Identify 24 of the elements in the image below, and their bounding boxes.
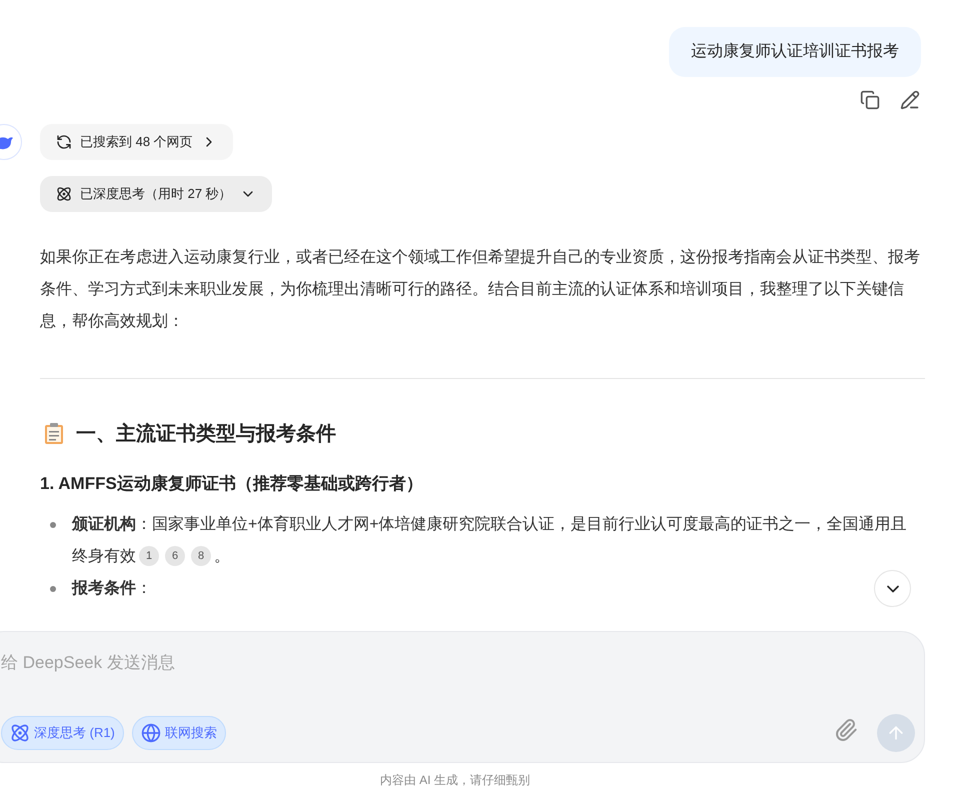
edit-icon[interactable] <box>900 90 920 110</box>
citation-badge[interactable]: 6 <box>165 546 185 566</box>
search-results-chip[interactable]: 已搜索到 48 个网页 <box>40 124 233 160</box>
copy-icon[interactable] <box>860 90 880 110</box>
atom-icon <box>10 723 30 743</box>
globe-icon <box>140 723 161 743</box>
bullet-text: 报考条件： <box>72 578 152 598</box>
bullet-text: 颁证机构：国家事业单位+体育职业人才网+体培健康研究院联合认证，是目前行业认可度最高的证书之一，全国通用且终身有效 1 6 8 。 <box>72 514 908 568</box>
clipboard-icon <box>44 423 64 445</box>
footer-disclaimer: 内容由 AI 生成，请仔细甄别 <box>378 772 531 789</box>
mode-toggle[interactable]: 联网搜索 <box>132 716 226 750</box>
paperclip-icon[interactable] <box>834 718 858 742</box>
mode-toggle[interactable]: 深度思考 (R1) <box>1 716 124 750</box>
citation-badge[interactable]: 1 <box>139 546 159 566</box>
search-refresh-icon <box>56 134 72 150</box>
citation-badge[interactable]: 8 <box>191 546 211 566</box>
message-input[interactable]: 给 DeepSeek 发送消息 <box>1 650 801 676</box>
subheading: 1. AMFFS运动康复师证书（推荐零基础或跨行者） <box>40 473 423 495</box>
atom-icon <box>56 186 72 202</box>
intro-paragraph: 如果你正在考虑进入运动康复行业，或者已经在这个领域工作但希望提升自己的专业资质，这份报考指南会从证书类型、报考条件、学习方式到未来职业发展，为你梳理出清晰可行的路径。结合目前主流的认证体系和培训项目，我整理了以下关键信息，帮你高效规划： <box>40 248 921 332</box>
scroll-down-button[interactable] <box>874 570 911 607</box>
section-heading: 一、主流证书类型与报考条件 <box>76 422 336 447</box>
deep-think-chip[interactable]: 已深度思考（用时 27 秒） <box>40 176 272 212</box>
user-message: 运动康复师认证培训证书报考 <box>669 27 921 77</box>
